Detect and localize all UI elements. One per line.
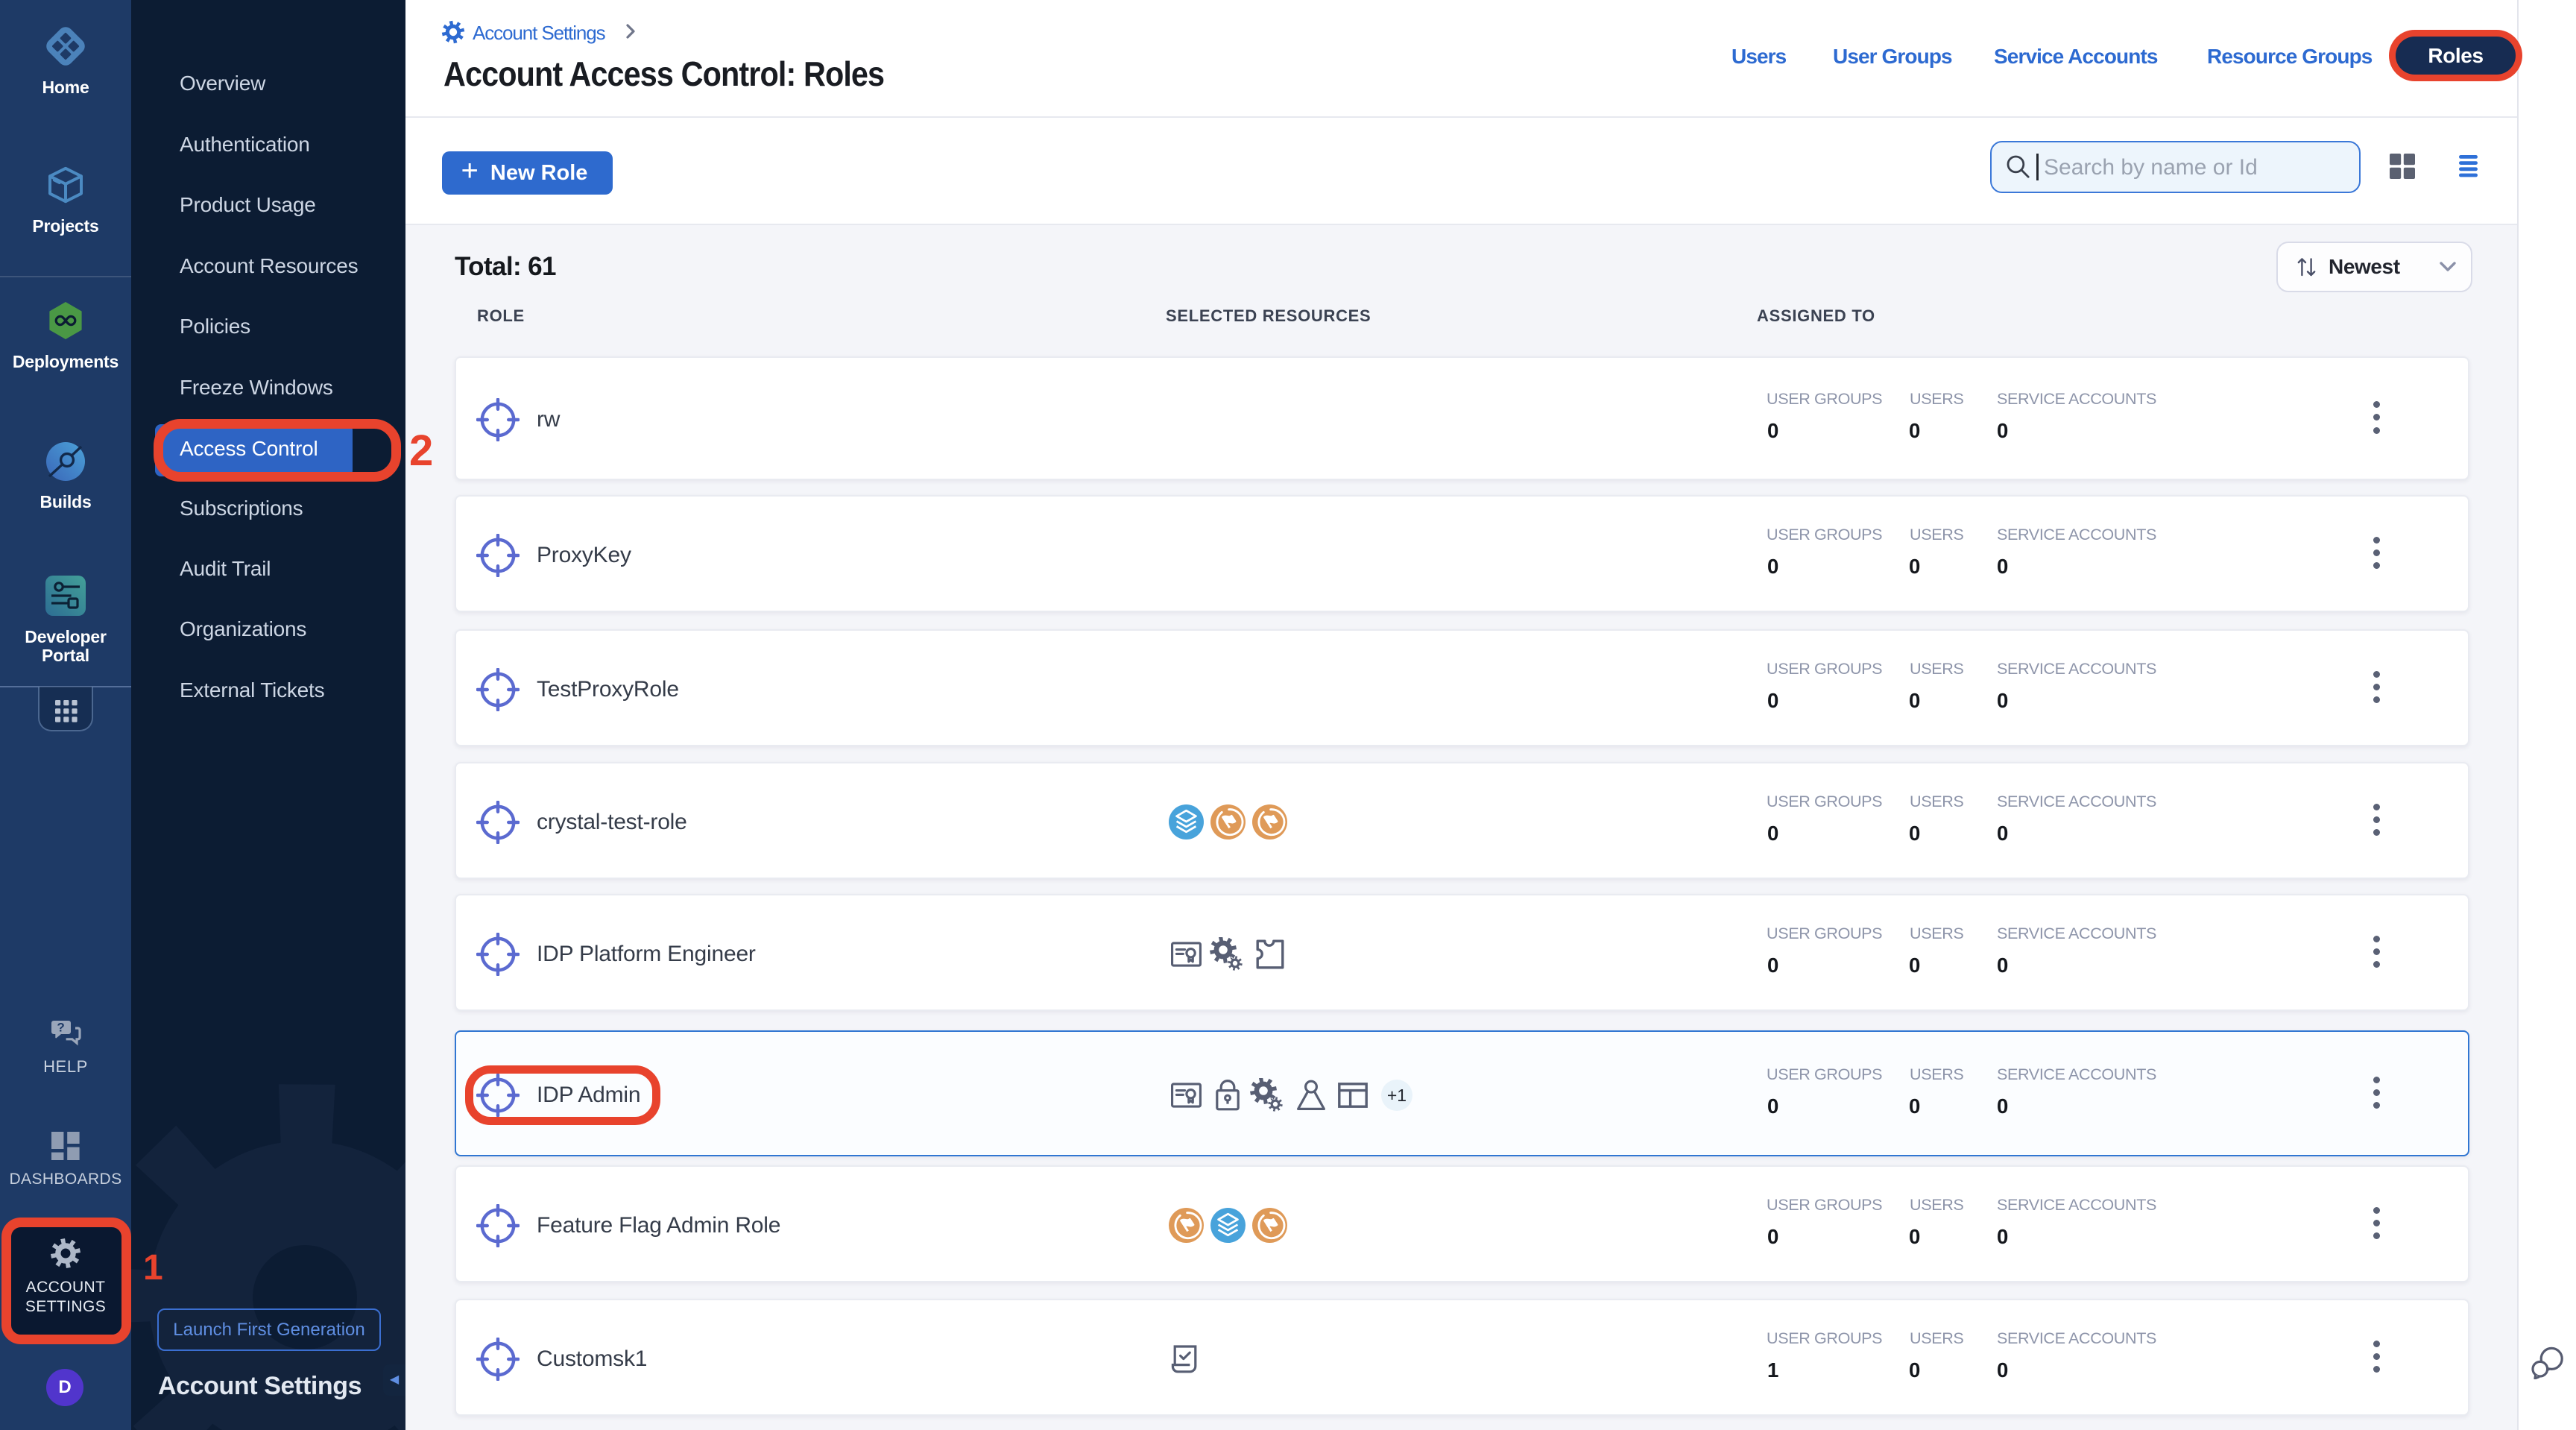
svg-text:?: ?: [57, 1021, 64, 1035]
